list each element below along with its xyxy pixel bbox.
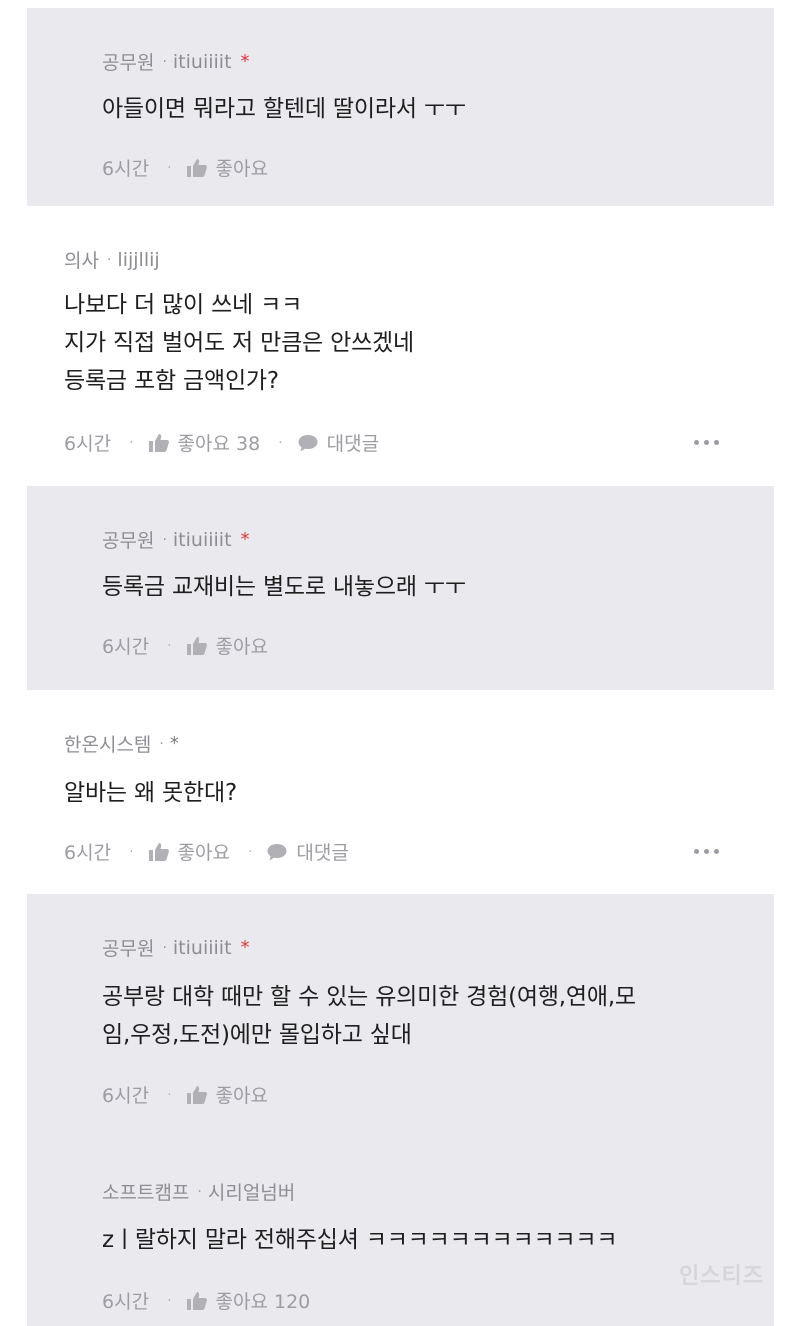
- comment-meta: 6시간 · 좋아요: [102, 154, 268, 181]
- like-button[interactable]: 좋아요 120: [216, 1287, 311, 1314]
- more-options-icon[interactable]: [694, 440, 719, 445]
- comment-header: 의사 · lijjllij: [64, 246, 160, 273]
- separator-dot: ·: [106, 251, 112, 268]
- comment-text: 공부랑 대학 때만 할 수 있는 유의미한 경험(여행,연애,모 임,우정,도전…: [102, 978, 636, 1054]
- thumbs-up-icon[interactable]: [186, 158, 208, 178]
- comment-header: 공무원 · itiuiiiit *: [102, 48, 250, 75]
- comment-text: 나보다 더 많이 쓰네 ㅋㅋ 지가 직접 벌어도 저 만큼은 안쓰겠네 등록금 …: [64, 286, 414, 400]
- comment-card: 한온시스템 · * 알바는 왜 못한대? 6시간 · 좋아요 · 대댓글: [0, 690, 800, 894]
- like-button[interactable]: 좋아요: [216, 154, 268, 181]
- comment-text: 아들이면 뭐라고 할텐데 딸이라서 ㅜㅜ: [102, 90, 466, 128]
- reply-button[interactable]: 대댓글: [296, 838, 348, 865]
- comment-text: 알바는 왜 못한대?: [64, 774, 237, 812]
- thumbs-up-icon[interactable]: [186, 1085, 208, 1105]
- author-marker: *: [240, 51, 250, 72]
- comment-text: zㅣ랄하지 말라 전해주십셔 ㅋㅋㅋㅋㅋㅋㅋㅋㅋㅋㅋㅋ: [102, 1221, 617, 1259]
- separator-dot: ·: [197, 1183, 202, 1200]
- timestamp: 6시간: [102, 158, 150, 180]
- thumbs-up-icon[interactable]: [148, 842, 170, 862]
- author-marker: *: [169, 733, 179, 754]
- author-username[interactable]: 시리얼넘버: [208, 1178, 295, 1205]
- like-button[interactable]: 좋아요: [178, 838, 230, 865]
- author-job[interactable]: 공무원: [102, 526, 154, 553]
- comment-meta: 6시간 · 좋아요: [102, 1081, 268, 1108]
- author-username[interactable]: lijjllij: [117, 249, 159, 271]
- author-marker: *: [240, 937, 250, 958]
- reply-button[interactable]: 대댓글: [327, 429, 379, 456]
- comment-card: 의사 · lijjllij 나보다 더 많이 쓰네 ㅋㅋ 지가 직접 벌어도 저…: [0, 206, 800, 486]
- comment-line: 나보다 더 많이 쓰네 ㅋㅋ: [64, 292, 303, 318]
- comment-header: 공무원 · itiuiiiit *: [102, 934, 250, 961]
- comment-meta: 6시간 · 좋아요 · 대댓글: [64, 838, 349, 865]
- comment-line: 등록금 포함 금액인가?: [64, 368, 279, 394]
- speech-bubble-icon[interactable]: [266, 842, 288, 862]
- comment-line: 아들이면 뭐라고 할텐데 딸이라서 ㅜㅜ: [102, 96, 466, 122]
- comment-meta: 6시간 · 좋아요 120: [102, 1287, 310, 1314]
- comment-line: 공부랑 대학 때만 할 수 있는 유의미한 경험(여행,연애,모: [102, 984, 636, 1010]
- comment-text: 등록금 교재비는 별도로 내놓으래 ㅜㅜ: [102, 568, 466, 606]
- separator-dot: ·: [278, 434, 283, 451]
- more-options-icon[interactable]: [694, 849, 719, 854]
- like-button[interactable]: 좋아요: [216, 632, 268, 659]
- comment-line: 등록금 교재비는 별도로 내놓으래 ㅜㅜ: [102, 574, 466, 600]
- timestamp: 6시간: [102, 636, 150, 658]
- timestamp: 6시간: [64, 842, 112, 864]
- timestamp: 6시간: [64, 433, 112, 455]
- separator-dot: ·: [167, 159, 172, 176]
- separator-dot: ·: [247, 843, 253, 860]
- comment-header: 소프트캠프 · 시리얼넘버: [102, 1178, 295, 1205]
- comment-line: zㅣ랄하지 말라 전해주십셔 ㅋㅋㅋㅋㅋㅋㅋㅋㅋㅋㅋㅋ: [102, 1227, 618, 1253]
- reply-card: 공무원 · itiuiiiit * 등록금 교재비는 별도로 내놓으래 ㅜㅜ 6…: [27, 486, 774, 690]
- separator-dot: ·: [167, 637, 172, 654]
- author-job[interactable]: 소프트캠프: [102, 1178, 189, 1205]
- timestamp: 6시간: [102, 1291, 150, 1313]
- like-button[interactable]: 좋아요 38: [178, 429, 261, 456]
- thumbs-up-icon[interactable]: [186, 1291, 208, 1311]
- thumbs-up-icon[interactable]: [186, 636, 208, 656]
- separator-dot: ·: [167, 1086, 172, 1103]
- separator-dot: ·: [167, 1292, 172, 1309]
- comment-header: 공무원 · itiuiiiit *: [102, 526, 250, 553]
- comment-line: 지가 직접 벌어도 저 만큼은 안쓰겠네: [64, 330, 414, 356]
- separator-dot: ·: [129, 843, 134, 860]
- reply-card: 공무원 · itiuiiiit * 공부랑 대학 때만 할 수 있는 유의미한 …: [27, 894, 774, 1326]
- author-marker: *: [240, 529, 250, 550]
- author-job[interactable]: 공무원: [102, 48, 154, 75]
- comment-line: 알바는 왜 못한대?: [64, 780, 237, 806]
- author-username[interactable]: itiuiiiit: [173, 51, 232, 73]
- author-job[interactable]: 공무원: [102, 934, 154, 961]
- like-button[interactable]: 좋아요: [216, 1081, 268, 1108]
- separator-dot: ·: [159, 735, 164, 752]
- comment-header: 한온시스템 · *: [64, 730, 179, 757]
- site-watermark: 인스티즈: [679, 1264, 764, 1289]
- comment-line: 임,우정,도전)에만 몰입하고 싶대: [102, 1022, 412, 1048]
- comment-meta: 6시간 · 좋아요: [102, 632, 268, 659]
- separator-dot: ·: [129, 434, 134, 451]
- speech-bubble-icon[interactable]: [297, 433, 319, 453]
- timestamp: 6시간: [102, 1085, 150, 1107]
- separator-dot: ·: [162, 53, 167, 70]
- thumbs-up-icon[interactable]: [148, 433, 170, 453]
- reply-card: 공무원 · itiuiiiit * 아들이면 뭐라고 할텐데 딸이라서 ㅜㅜ 6…: [27, 8, 774, 206]
- separator-dot: ·: [162, 531, 167, 548]
- author-username[interactable]: itiuiiiit: [173, 937, 232, 959]
- comment-meta: 6시간 · 좋아요 38 · 대댓글: [64, 429, 379, 456]
- separator-dot: ·: [162, 939, 167, 956]
- author-job[interactable]: 의사: [64, 246, 99, 273]
- author-username[interactable]: itiuiiiit: [173, 529, 232, 551]
- author-job[interactable]: 한온시스템: [64, 730, 151, 757]
